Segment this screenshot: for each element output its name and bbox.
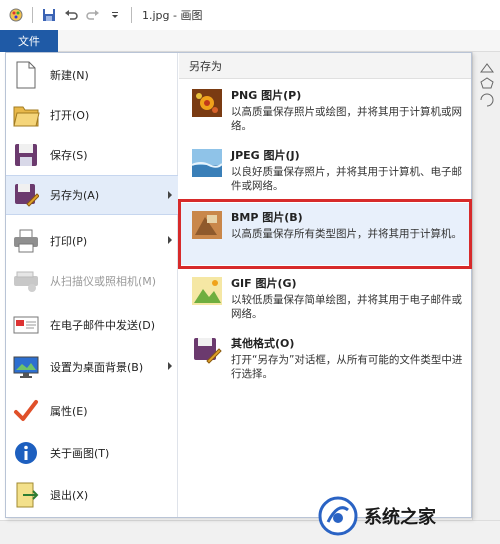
menu-item-save[interactable]: 保存(S) — [6, 135, 178, 175]
menu-item-new[interactable]: 新建(N) — [6, 55, 178, 95]
menu-item-label: 新建(N) — [50, 69, 89, 82]
save-as-item-description: 以高质量保存照片或绘图，并将其用于计算机或网络。 — [231, 106, 462, 132]
menu-item-label: 从扫描仪或照相机(M) — [50, 275, 157, 288]
menu-item-from-scanner-camera: 从扫描仪或照相机(M) — [6, 261, 178, 301]
file-menu: 新建(N) 打开(O) 保存(S) 另存为(A) 打印(P) 从扫描仪或照相机(… — [5, 52, 472, 518]
file-menu-commands: 新建(N) 打开(O) 保存(S) 另存为(A) 打印(P) 从扫描仪或照相机(… — [6, 53, 178, 517]
menu-item-label: 另存为(A) — [50, 189, 100, 202]
menu-item-label: 保存(S) — [50, 149, 88, 162]
submenu-arrow-icon — [168, 236, 172, 244]
new-file-icon — [10, 59, 42, 91]
email-icon — [10, 309, 42, 341]
highlight-box — [178, 199, 472, 269]
watermark-text: 系统之家 — [364, 507, 436, 528]
menu-item-label: 在电子邮件中发送(D) — [50, 319, 156, 332]
save-icon — [10, 139, 42, 171]
menu-item-send-email[interactable]: 在电子邮件中发送(D) — [6, 305, 178, 345]
checkmark-icon — [10, 395, 42, 427]
redo-icon[interactable] — [85, 7, 101, 23]
menu-item-label: 打印(P) — [50, 235, 88, 248]
canvas-side-area — [472, 52, 500, 544]
submenu-arrow-icon — [168, 191, 172, 199]
save-as-gif[interactable]: GIF 图片(G) 以较低质量保存简单绘图，并将其用于电子邮件或网络。 — [179, 269, 471, 325]
paint-app-icon[interactable] — [8, 7, 24, 23]
save-as-item-title: PNG 图片(P) — [231, 89, 302, 102]
save-as-item-title: JPEG 图片(J) — [231, 149, 300, 162]
menu-item-set-desktop-background[interactable]: 设置为桌面背景(B) — [6, 347, 178, 387]
watermark-logo-icon — [318, 496, 358, 536]
menu-item-label: 关于画图(T) — [50, 447, 110, 460]
save-as-png[interactable]: PNG 图片(P) 以高质量保存照片或绘图，并将其用于计算机或网络。 — [179, 81, 471, 137]
save-as-other-formats[interactable]: 其他格式(O) 打开“另存为”对话框，从所有可能的文件类型中进行选择。 — [179, 329, 471, 385]
save-as-submenu: 另存为 PNG 图片(P) 以高质量保存照片或绘图，并将其用于计算机或网络。 J… — [179, 53, 471, 517]
submenu-arrow-icon — [168, 362, 172, 370]
save-as-item-title: 其他格式(O) — [231, 337, 295, 350]
save-as-jpeg[interactable]: JPEG 图片(J) 以良好质量保存照片，并将其用于计算机、电子邮件或网络。 — [179, 141, 471, 197]
desktop-icon — [10, 351, 42, 383]
file-tab[interactable]: 文件 — [0, 30, 58, 52]
ribbon-side-icons — [480, 63, 494, 107]
title-bar: 1.jpg - 画图 — [0, 0, 500, 30]
menu-item-label: 打开(O) — [50, 109, 90, 122]
save-as-icon — [10, 179, 42, 211]
menu-item-label: 属性(E) — [50, 405, 88, 418]
save-as-item-description: 以较低质量保存简单绘图，并将其用于电子邮件或网络。 — [231, 294, 462, 320]
menu-item-label: 退出(X) — [50, 489, 89, 502]
watermark: 系统之家 — [318, 490, 496, 542]
customize-toolbar-icon[interactable] — [107, 7, 123, 23]
menu-item-print[interactable]: 打印(P) — [6, 221, 178, 261]
separator — [131, 7, 132, 23]
ribbon-tabs-area — [58, 30, 500, 52]
other-format-icon — [191, 335, 223, 367]
jpeg-image-icon — [191, 147, 223, 179]
menu-item-exit[interactable]: 退出(X) — [6, 475, 178, 515]
save-as-item-title: GIF 图片(G) — [231, 277, 297, 290]
printer-icon — [10, 225, 42, 257]
png-image-icon — [191, 87, 223, 119]
quick-access-toolbar — [0, 7, 134, 23]
undo-icon[interactable] — [63, 7, 79, 23]
menu-item-save-as[interactable]: 另存为(A) — [6, 175, 178, 215]
menu-item-label: 设置为桌面背景(B) — [50, 361, 144, 374]
scanner-icon — [10, 265, 42, 297]
menu-item-about-paint[interactable]: 关于画图(T) — [6, 433, 178, 473]
save-as-item-description: 打开“另存为”对话框，从所有可能的文件类型中进行选择。 — [231, 354, 463, 380]
window-title: 1.jpg - 画图 — [142, 9, 203, 22]
info-icon — [10, 437, 42, 469]
exit-icon — [10, 479, 42, 511]
menu-item-open[interactable]: 打开(O) — [6, 95, 178, 135]
save-as-item-description: 以良好质量保存照片，并将其用于计算机、电子邮件或网络。 — [231, 166, 462, 192]
separator — [32, 7, 33, 23]
folder-open-icon — [10, 99, 42, 131]
menu-item-properties[interactable]: 属性(E) — [6, 391, 178, 431]
gif-image-icon — [191, 275, 223, 307]
save-icon[interactable] — [41, 7, 57, 23]
save-as-heading: 另存为 — [179, 53, 471, 79]
